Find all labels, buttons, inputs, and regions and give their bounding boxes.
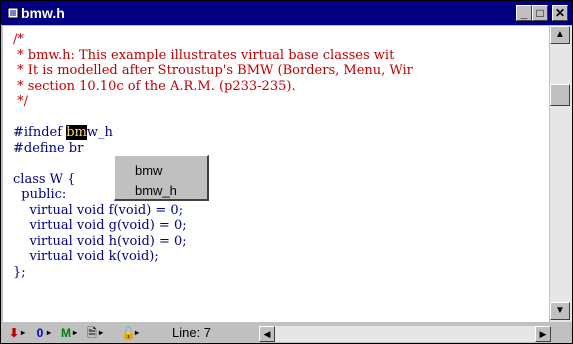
code-line[interactable]	[13, 110, 413, 126]
code-token: virtual void f(void) = 0;	[13, 202, 184, 218]
code-token: #ifndef	[13, 125, 67, 140]
dropdown-arrow-icon[interactable]: ▸	[99, 325, 103, 341]
code-token: */	[13, 94, 29, 109]
completion-popup: bmw bmw_h	[114, 155, 209, 201]
code-line[interactable]: class W {	[13, 172, 413, 188]
scroll-right-button[interactable]: ▶	[535, 326, 551, 342]
code-editor[interactable]: /* * bmw.h: This example illustrates vir…	[3, 26, 549, 322]
close-icon: ✕	[554, 6, 566, 20]
code-token: * section 10.10c of the A.R.M. (p233-235…	[13, 78, 296, 94]
code-line[interactable]: virtual void k(void);	[13, 249, 413, 265]
scroll-down-button[interactable]: ▼	[550, 302, 570, 320]
arrow-up-icon: ▲	[555, 29, 565, 40]
window-title: bmw.h	[21, 5, 65, 21]
code-line[interactable]: virtual void g(void) = 0;	[13, 218, 413, 234]
document-icon[interactable]: 🗎	[85, 325, 99, 341]
completion-item[interactable]: bmw_h	[135, 183, 177, 198]
document-icon	[7, 7, 19, 19]
code-line[interactable]: };	[13, 265, 413, 281]
dropdown-arrow-icon[interactable]: ▸	[135, 325, 139, 341]
arrow-down-icon: ▼	[555, 305, 565, 316]
code-token: virtual void h(void) = 0;	[13, 233, 187, 249]
minimize-button[interactable]: _	[516, 5, 532, 21]
code-token: virtual void k(void);	[13, 249, 159, 264]
zero-icon[interactable]: 0	[33, 325, 47, 341]
dropdown-arrow-icon[interactable]: ▸	[47, 325, 51, 341]
status-bar: ⬇ ▸ 0 ▸ M ▸ 🗎 ▸ 🔓 ▸ Line: 7 ◀ ▶	[3, 323, 571, 343]
lock-icon[interactable]: 🔓	[121, 325, 136, 341]
scroll-up-button[interactable]: ▲	[550, 26, 570, 44]
bookmark-icon[interactable]: ⬇	[7, 325, 21, 341]
scroll-left-button[interactable]: ◀	[259, 326, 275, 342]
code-line[interactable]: public:	[13, 187, 413, 203]
code-line[interactable]: virtual void f(void) = 0;	[13, 203, 413, 219]
vertical-scrollbar[interactable]: ▲ ▼	[550, 26, 572, 322]
code-line[interactable]: #define br	[13, 141, 413, 157]
close-button[interactable]: ✕	[552, 5, 568, 21]
editor-window: bmw.h _ □ ✕ /* * bmw.h: This example ill…	[0, 0, 573, 344]
code-token: class W {	[13, 171, 76, 187]
code-token: /*	[13, 32, 24, 47]
maximize-icon: □	[536, 6, 544, 20]
code-line[interactable]: * bmw.h: This example illustrates virtua…	[13, 48, 413, 64]
code-token: };	[13, 264, 26, 280]
code-token: #define br	[13, 140, 84, 156]
code-line[interactable]	[13, 156, 413, 172]
code-token: * It is modelled after Stroustup's BMW (…	[13, 63, 413, 78]
completion-item[interactable]: bmw	[135, 163, 162, 178]
dropdown-arrow-icon[interactable]: ▸	[21, 325, 25, 341]
vertical-scroll-thumb[interactable]	[550, 84, 570, 106]
code-token: * bmw.h: This example illustrates virtua…	[13, 47, 395, 63]
selected-text: bm	[66, 125, 87, 140]
horizontal-scrollbar[interactable]: ◀ ▶	[259, 326, 551, 342]
arrow-right-icon: ▶	[539, 329, 547, 339]
maximize-button[interactable]: □	[532, 5, 548, 21]
code-line[interactable]: * section 10.10c of the A.R.M. (p233-235…	[13, 79, 413, 95]
code-line[interactable]: #ifndef bmw_h	[13, 125, 413, 141]
arrow-left-icon: ◀	[263, 329, 271, 339]
minimize-icon: _	[520, 6, 528, 20]
code-line[interactable]: /*	[13, 32, 413, 48]
code-token: w_h	[86, 125, 113, 140]
code-line[interactable]: */	[13, 94, 413, 110]
code-text[interactable]: /* * bmw.h: This example illustrates vir…	[13, 32, 413, 280]
code-line[interactable]: virtual void h(void) = 0;	[13, 234, 413, 250]
dropdown-arrow-icon[interactable]: ▸	[73, 325, 77, 341]
title-bar[interactable]: bmw.h _ □ ✕	[1, 1, 572, 25]
code-token: public:	[13, 187, 67, 202]
code-line[interactable]: * It is modelled after Stroustup's BMW (…	[13, 63, 413, 79]
m-icon[interactable]: M	[59, 325, 73, 341]
line-number-indicator: Line: 7	[172, 325, 212, 340]
code-token: virtual void g(void) = 0;	[13, 218, 187, 233]
